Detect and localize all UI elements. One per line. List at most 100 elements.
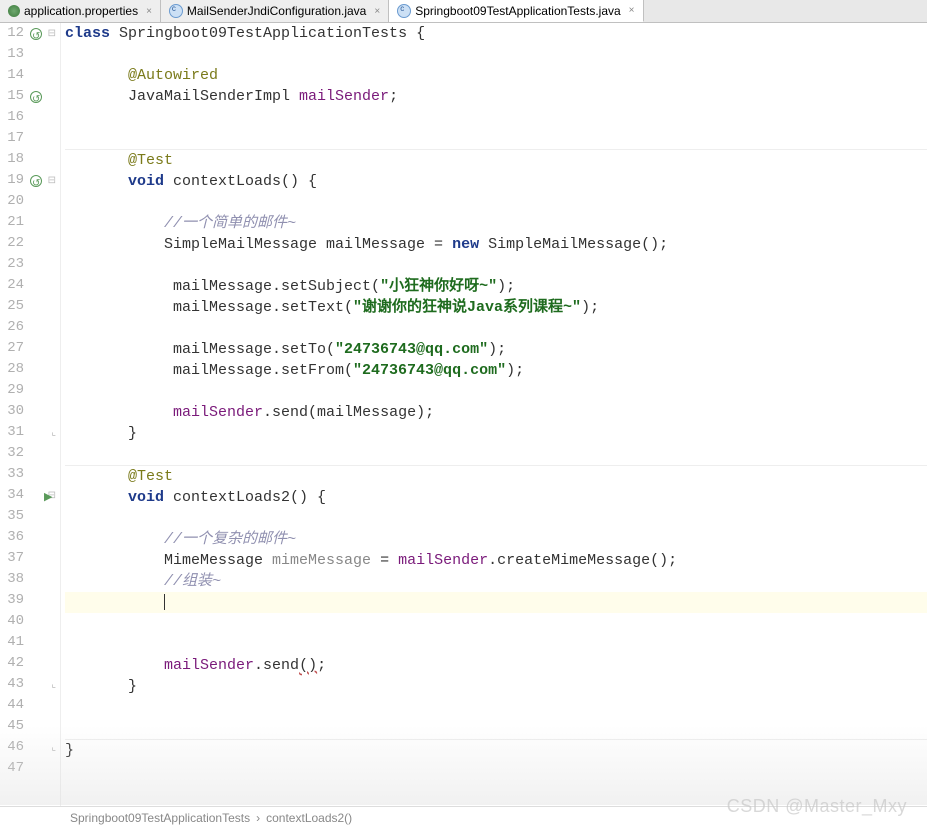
text-caret <box>164 594 165 610</box>
code-line[interactable] <box>65 508 927 529</box>
gutter-spacer <box>28 152 44 168</box>
gutter-line[interactable]: 16 <box>0 107 60 128</box>
tab-Springboot09TestApplicationTests-java[interactable]: Springboot09TestApplicationTests.java× <box>389 0 643 22</box>
gutter-line[interactable]: 28 <box>0 359 60 380</box>
code-line[interactable] <box>65 761 927 782</box>
code-line[interactable]: mailSender.send(mailMessage); <box>65 402 927 423</box>
gutter-line[interactable]: 30 <box>0 401 60 422</box>
code-line[interactable]: } <box>65 676 927 697</box>
close-icon[interactable]: × <box>374 6 380 17</box>
code-line[interactable]: } <box>65 423 927 444</box>
code-line[interactable]: mailMessage.setTo("24736743@qq.com"); <box>65 339 927 360</box>
code-line[interactable] <box>65 613 927 634</box>
fold-open-icon[interactable]: ⊟ <box>44 170 56 192</box>
code-line[interactable]: mailMessage.setSubject("小狂神你好呀~"); <box>65 276 927 297</box>
code-line[interactable]: mailMessage.setFrom("24736743@qq.com"); <box>65 360 927 381</box>
gutter-line[interactable]: 29 <box>0 380 60 401</box>
code-line[interactable]: class Springboot09TestApplicationTests { <box>65 23 927 44</box>
tab-application-properties[interactable]: application.properties× <box>0 0 161 22</box>
run-icon[interactable] <box>28 488 44 504</box>
code-line[interactable]: mailMessage.setText("谢谢你的狂神说Java系列课程~"); <box>65 297 927 318</box>
gutter-line[interactable]: 47 <box>0 758 60 779</box>
line-number: 47 <box>2 758 24 779</box>
close-icon[interactable]: × <box>629 5 635 16</box>
gutter-line[interactable]: 36 <box>0 527 60 548</box>
code-line[interactable]: //一个复杂的邮件~ <box>65 529 927 550</box>
gutter-line[interactable]: 41 <box>0 632 60 653</box>
gutter-line[interactable]: 44 <box>0 695 60 716</box>
code-line[interactable] <box>65 634 927 655</box>
fold-close-icon[interactable]: ⌞ <box>44 674 56 696</box>
fold-open-icon[interactable]: ⊟ <box>44 23 56 45</box>
gutter-line[interactable]: 19⊟ <box>0 170 60 191</box>
gutter-line[interactable]: 43⌞ <box>0 674 60 695</box>
code-line[interactable] <box>65 255 927 276</box>
gutter-line[interactable]: 13 <box>0 44 60 65</box>
gutter-line[interactable]: 31⌞ <box>0 422 60 443</box>
override-icon[interactable] <box>28 173 44 189</box>
fold-close-icon[interactable]: ⌞ <box>44 422 56 444</box>
line-number: 26 <box>2 317 24 338</box>
code-line[interactable] <box>65 192 927 213</box>
gutter-line[interactable]: 17 <box>0 128 60 149</box>
code-line[interactable]: MimeMessage mimeMessage = mailSender.cre… <box>65 550 927 571</box>
gutter-line[interactable]: 12⊟ <box>0 23 60 44</box>
gutter-spacer <box>28 551 44 567</box>
code-line[interactable]: //一个简单的邮件~ <box>65 213 927 234</box>
line-number: 32 <box>2 443 24 464</box>
override-icon[interactable] <box>28 26 44 42</box>
code-line[interactable]: //组装~ <box>65 571 927 592</box>
gutter-line[interactable]: 27 <box>0 338 60 359</box>
code-line[interactable] <box>65 444 927 465</box>
code-line[interactable] <box>65 697 927 718</box>
code-line[interactable] <box>65 107 927 128</box>
gutter-line[interactable]: 24 <box>0 275 60 296</box>
gutter-line[interactable]: 15 <box>0 86 60 107</box>
code-line[interactable] <box>65 128 927 149</box>
line-number: 42 <box>2 653 24 674</box>
code-line[interactable]: @Test <box>65 149 927 171</box>
gutter-line[interactable]: 46⌞ <box>0 737 60 758</box>
code-line[interactable]: void contextLoads() { <box>65 171 927 192</box>
code-view[interactable]: class Springboot09TestApplicationTests {… <box>61 23 927 806</box>
breadcrumb[interactable]: Springboot09TestApplicationTests › conte… <box>0 806 927 829</box>
gutter-line[interactable]: 23 <box>0 254 60 275</box>
fold-close-icon[interactable]: ⌞ <box>44 737 56 759</box>
breadcrumb-method[interactable]: contextLoads2() <box>266 811 352 825</box>
gutter-line[interactable]: 42 <box>0 653 60 674</box>
code-line[interactable]: JavaMailSenderImpl mailSender; <box>65 86 927 107</box>
code-line[interactable]: @Test <box>65 465 927 487</box>
code-line[interactable]: SimpleMailMessage mailMessage = new Simp… <box>65 234 927 255</box>
gutter-line[interactable]: 38 <box>0 569 60 590</box>
gutter-line[interactable]: 14 <box>0 65 60 86</box>
code-line[interactable] <box>65 44 927 65</box>
tab-MailSenderJndiConfiguration-java[interactable]: MailSenderJndiConfiguration.java× <box>161 0 389 22</box>
gutter-line[interactable]: 21 <box>0 212 60 233</box>
code-line[interactable]: void contextLoads2() { <box>65 487 927 508</box>
code-line[interactable] <box>65 592 927 613</box>
code-line[interactable]: @Autowired <box>65 65 927 86</box>
override-icon[interactable] <box>28 89 44 105</box>
gutter-line[interactable]: 40 <box>0 611 60 632</box>
gutter-line[interactable]: 37 <box>0 548 60 569</box>
gutter-line[interactable]: 33 <box>0 464 60 485</box>
code-line[interactable]: mailSender.send(); <box>65 655 927 676</box>
gutter-line[interactable]: 22 <box>0 233 60 254</box>
code-line[interactable] <box>65 381 927 402</box>
gutter-line[interactable]: 26 <box>0 317 60 338</box>
gutter-line[interactable]: 45 <box>0 716 60 737</box>
code-line[interactable] <box>65 318 927 339</box>
breadcrumb-class[interactable]: Springboot09TestApplicationTests <box>70 811 250 825</box>
line-number: 27 <box>2 338 24 359</box>
gutter-line[interactable]: 39 <box>0 590 60 611</box>
gutter-line[interactable]: 20 <box>0 191 60 212</box>
gutter-line[interactable]: 25 <box>0 296 60 317</box>
close-icon[interactable]: × <box>146 6 152 17</box>
gutter-line[interactable]: 34⊟ <box>0 485 60 506</box>
gutter-line[interactable]: 18 <box>0 149 60 170</box>
gutter-line[interactable]: 32 <box>0 443 60 464</box>
gutter-line[interactable]: 35 <box>0 506 60 527</box>
gutter-spacer <box>28 320 44 336</box>
code-line[interactable]: } <box>65 739 927 761</box>
code-line[interactable] <box>65 718 927 739</box>
